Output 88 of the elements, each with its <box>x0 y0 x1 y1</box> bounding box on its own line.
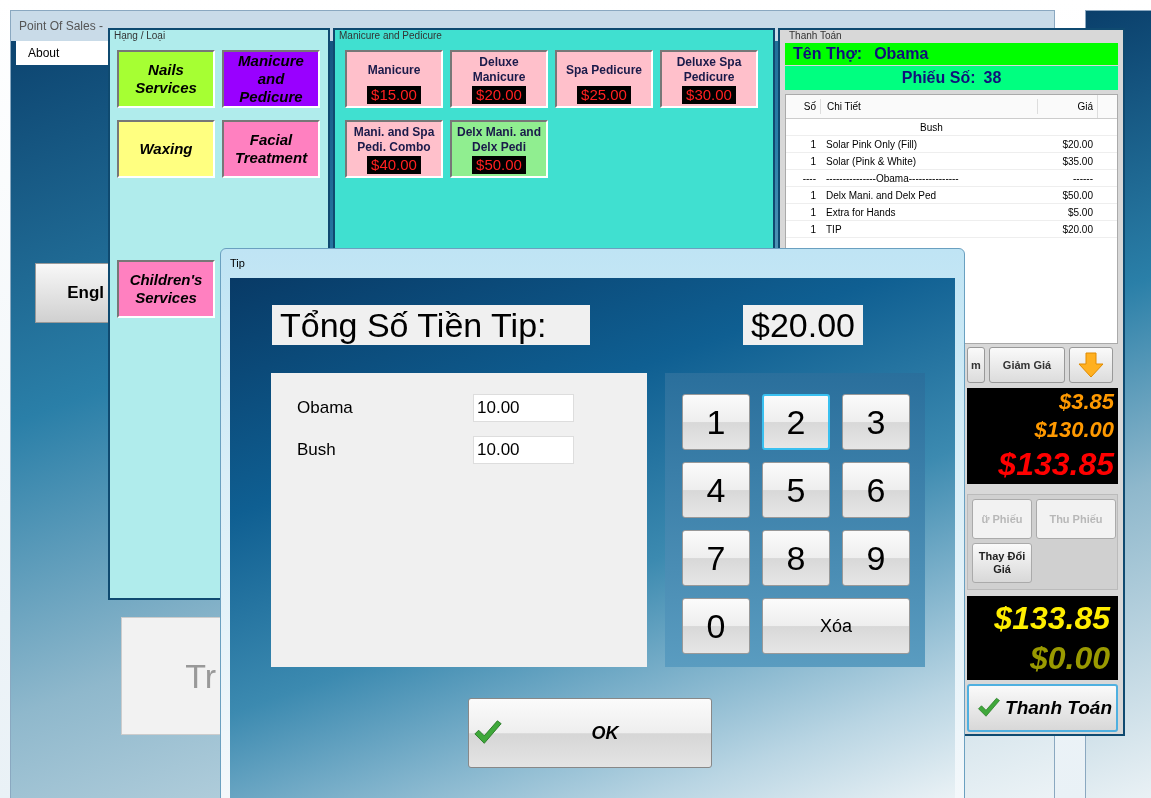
service-tile[interactable]: Deluxe Manicure $20.00 <box>450 50 548 108</box>
table-cell: Solar (Pink & White) <box>826 155 917 167</box>
table-cell: ---- <box>802 172 816 184</box>
service-price: $50.00 <box>472 156 526 174</box>
table-cell: 1 <box>810 155 816 167</box>
check-icon <box>473 719 503 747</box>
table-cell: ---------------Obama--------------- <box>826 172 959 184</box>
staff-name: Bush <box>297 439 337 462</box>
service-tile[interactable]: Manicure $15.00 <box>345 50 443 108</box>
numpad-key[interactable]: 0 <box>682 598 750 654</box>
scroll-down-button[interactable] <box>1069 347 1113 383</box>
total-amount: $133.85 <box>998 445 1114 483</box>
category-tile[interactable]: Facial Treatment <box>222 120 320 178</box>
service-name: Spa Pedicure <box>566 61 642 79</box>
ok-label: OK <box>590 721 620 745</box>
numpad-key[interactable]: 9 <box>842 530 910 586</box>
service-name: Manicure <box>367 61 421 79</box>
total-amount: $130.00 <box>1034 417 1114 443</box>
ticket-number: 38 <box>983 68 1002 88</box>
service-tile[interactable]: Deluxe Spa Pedicure $30.00 <box>660 50 758 108</box>
category-tile[interactable]: Children's Services <box>117 260 215 318</box>
table-cell: 1 <box>810 206 816 218</box>
service-price: $30.00 <box>682 86 736 104</box>
table-cell: $35.00 <box>1062 155 1093 167</box>
numpad-key[interactable]: 8 <box>762 530 830 586</box>
service-price: $25.00 <box>577 86 631 104</box>
arrow-down-icon <box>1077 351 1105 379</box>
table-cell: 1 <box>810 223 816 235</box>
table-cell: Delx Mani. and Delx Ped <box>826 189 937 201</box>
ticket-label: Phiếu Số: <box>901 68 976 88</box>
table-cell: Extra for Hands <box>826 206 896 218</box>
table-cell: $5.00 <box>1067 206 1093 218</box>
category-tile[interactable]: Nails Services <box>117 50 215 108</box>
tip-amount-field[interactable]: 10.00 <box>473 436 574 464</box>
category-tile[interactable]: Waxing <box>117 120 215 178</box>
window-title: Point Of Sales - <box>19 18 104 35</box>
staff-name: Obama <box>297 397 354 420</box>
technician-label: Tên Thợ: <box>793 44 863 64</box>
service-price: $40.00 <box>367 156 421 174</box>
numpad-key[interactable]: 6 <box>842 462 910 518</box>
column-header: Giá <box>1037 99 1097 114</box>
table-cell: ------ <box>1073 172 1093 184</box>
numpad-key[interactable]: 3 <box>842 394 910 450</box>
table-cell: TIP <box>826 223 842 235</box>
pay-label: Thanh Toán <box>1005 695 1112 720</box>
service-tile[interactable]: Delx Mani. and Delx Pedi $50.00 <box>450 120 548 178</box>
numpad-key[interactable]: 1 <box>682 394 750 450</box>
total-amount: $3.85 <box>1058 389 1114 415</box>
numpad-key[interactable]: 5 <box>762 462 830 518</box>
table-cell: $50.00 <box>1062 189 1093 201</box>
group-title: Hạng / Loại <box>113 31 167 41</box>
service-tile[interactable]: Mani. and Spa Pedi. Combo $40.00 <box>345 120 443 178</box>
table-cell: Bush <box>920 121 943 133</box>
service-price: $15.00 <box>367 86 421 104</box>
service-name: Mani. and Spa Pedi. Combo <box>352 124 436 156</box>
column-header: Số <box>802 100 817 114</box>
clear-key[interactable]: Xóa <box>762 598 910 654</box>
group-title: Thanh Toán <box>788 31 843 41</box>
pay-button[interactable]: Thanh Toán <box>967 684 1118 732</box>
tool-button[interactable]: m <box>967 347 985 383</box>
balance-amount: $0.00 <box>1028 639 1111 678</box>
table-cell: $20.00 <box>1062 223 1093 235</box>
tip-amount-field[interactable]: 10.00 <box>473 394 574 422</box>
service-tile[interactable]: Spa Pedicure $25.00 <box>555 50 653 108</box>
language-button[interactable]: Engl <box>35 263 109 323</box>
table-cell: $20.00 <box>1062 138 1093 150</box>
table-cell: 1 <box>810 189 816 201</box>
service-name: Deluxe Manicure <box>471 54 527 86</box>
tip-heading: Tổng Số Tiền Tip: <box>272 305 590 345</box>
table-cell: Solar Pink Only (Fill) <box>826 138 918 150</box>
technician-name: Obama <box>874 44 929 64</box>
tool-button[interactable]: Giảm Giá <box>989 347 1065 383</box>
service-name: Delx Mani. and Delx Pedi <box>456 124 542 156</box>
category-tile[interactable]: Manicure and Pedicure <box>222 50 320 108</box>
numpad-key[interactable]: 7 <box>682 530 750 586</box>
service-name: Deluxe Spa Pedicure <box>675 54 743 86</box>
check-icon <box>977 696 1002 720</box>
service-price: $20.00 <box>472 86 526 104</box>
group-title: Manicure and Pedicure <box>338 31 443 41</box>
table-cell: 1 <box>810 138 816 150</box>
action-button[interactable]: Thay Đổi Giá <box>972 543 1032 583</box>
balance-amount: $133.85 <box>993 599 1112 638</box>
numpad-key[interactable]: 4 <box>682 462 750 518</box>
numpad-key[interactable]: 2 <box>762 394 830 450</box>
dialog-title: Tip <box>230 256 245 272</box>
column-header: Chi Tiết <box>820 99 1037 114</box>
tip-total: $20.00 <box>743 305 863 345</box>
ok-button[interactable]: OK <box>468 698 712 768</box>
